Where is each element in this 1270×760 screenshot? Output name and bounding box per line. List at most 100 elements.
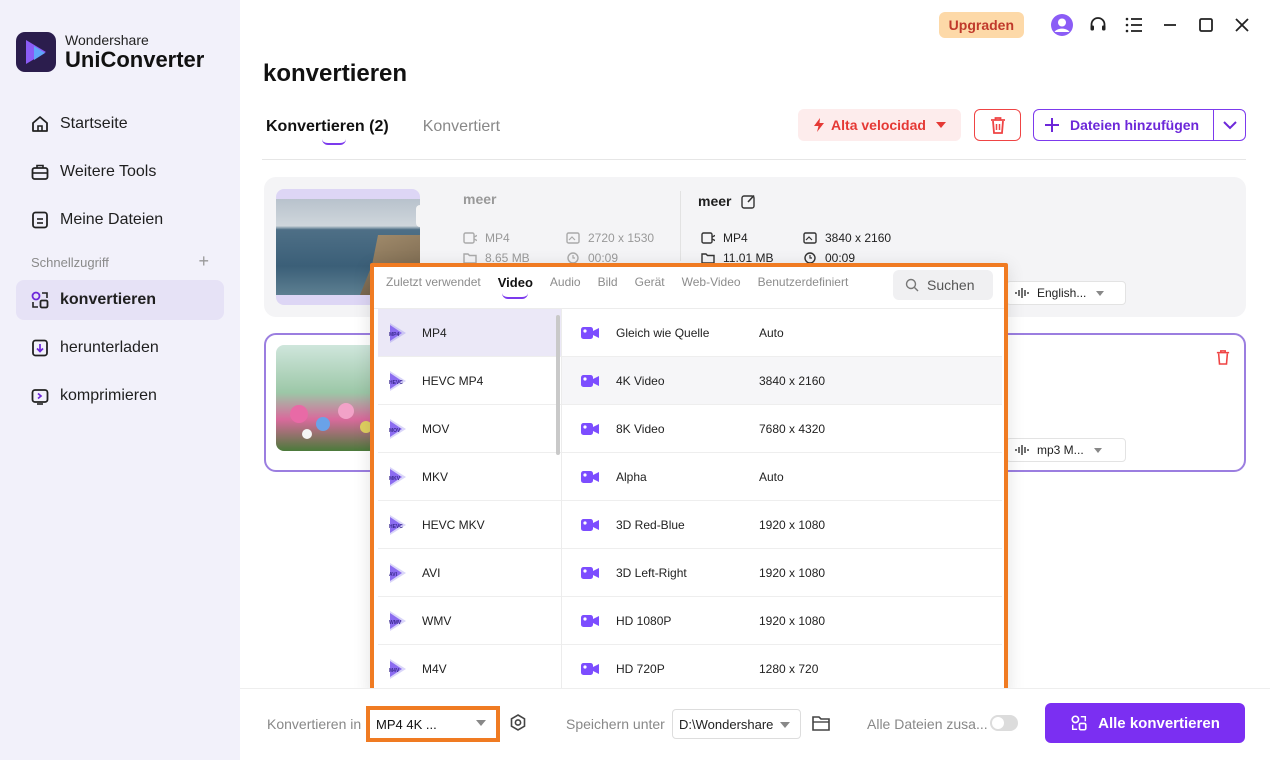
high-speed-button[interactable]: Alta velocidad <box>798 109 961 141</box>
toolbox-icon <box>30 162 50 182</box>
video-preset-icon <box>580 325 600 341</box>
output-format-select[interactable]: MP4 4K ... <box>366 706 500 742</box>
quality-item[interactable]: HD 1080P 1920 x 1080 <box>562 597 1002 645</box>
app-window: Wondershare UniConverter Startseite Weit… <box>0 0 1270 760</box>
format-item-m4v[interactable]: M4V M4V <box>378 645 561 692</box>
brand-main: UniConverter <box>65 47 205 72</box>
upgrade-button[interactable]: Upgraden <box>938 12 1024 38</box>
format-item-mp4[interactable]: MP4 MP4 <box>378 309 561 357</box>
video-preset-icon <box>580 469 600 485</box>
chevron-down-icon <box>1096 290 1105 296</box>
tab-web-video[interactable]: Web-Video <box>682 275 741 290</box>
format-item-hevc-mkv[interactable]: HEVC HEVC MKV <box>378 501 561 549</box>
output-path-value: D:\Wondershare <box>679 716 774 732</box>
convert-all-button[interactable]: Alle konvertieren <box>1045 703 1245 743</box>
quality-item[interactable]: HD 720P 1280 x 720 <box>562 645 1002 693</box>
add-quick-access-icon[interactable]: + <box>198 252 209 270</box>
settings-gear-icon[interactable] <box>509 714 527 735</box>
video-preset-icon <box>580 421 600 437</box>
convert-tabs: Konvertieren (2) Konvertiert <box>266 118 534 145</box>
maximize-icon[interactable] <box>1194 13 1218 37</box>
video-camera-icon <box>701 232 715 244</box>
menu-list-icon[interactable] <box>1122 13 1146 37</box>
add-files-dropdown[interactable] <box>1214 120 1245 130</box>
add-files-button[interactable]: Dateien hinzufügen <box>1033 109 1246 141</box>
delete-all-button[interactable] <box>974 109 1021 141</box>
merge-files-label: Alle Dateien zusa... <box>867 716 988 732</box>
sidebar-item-komprimieren[interactable]: komprimieren <box>16 376 224 416</box>
target-file-name[interactable]: meer <box>698 193 756 209</box>
close-icon[interactable] <box>1230 13 1254 37</box>
svg-text:AVI: AVI <box>389 572 398 578</box>
chevron-down-icon <box>1222 120 1237 130</box>
tab-zuletzt-verwendet[interactable]: Zuletzt verwendet <box>386 275 481 290</box>
open-folder-icon[interactable] <box>812 715 830 734</box>
plus-icon <box>1044 117 1060 133</box>
tab-konvertiert[interactable]: Konvertiert <box>423 118 500 136</box>
quality-item[interactable]: 4K Video 3840 x 2160 <box>562 357 1002 405</box>
mp4-file-icon: MP4 <box>388 322 408 344</box>
audio-track-dropdown[interactable]: English... <box>1006 281 1126 305</box>
quality-item[interactable]: 8K Video 7680 x 4320 <box>562 405 1002 453</box>
convert-all-label: Alle konvertieren <box>1098 714 1220 732</box>
page-title: konvertieren <box>263 60 408 87</box>
tab-konvertieren[interactable]: Konvertieren (2) <box>266 118 389 145</box>
audio-track-label: mp3 M... <box>1037 443 1084 457</box>
app-logo: Wondershare UniConverter <box>16 32 204 72</box>
output-format-value: MP4 4K ... <box>376 716 437 732</box>
save-to-label: Speichern unter <box>566 716 665 732</box>
minimize-icon[interactable] <box>1158 13 1182 37</box>
resolution-icon <box>566 232 580 244</box>
uniconverter-logo-icon <box>16 32 56 72</box>
search-icon <box>905 278 919 292</box>
format-item-avi[interactable]: AVI AVI <box>378 549 561 597</box>
quality-item[interactable]: Gleich wie Quelle Auto <box>562 309 1002 357</box>
tab-video[interactable]: Video <box>498 275 533 299</box>
convert-icon <box>30 290 50 310</box>
svg-text:MOV: MOV <box>389 428 401 434</box>
sidebar-item-meine-dateien[interactable]: Meine Dateien <box>16 200 224 240</box>
format-list-scrollbar[interactable] <box>556 315 560 455</box>
files-icon <box>30 210 50 230</box>
format-item-wmv[interactable]: WMV WMV <box>378 597 561 645</box>
tab-geraet[interactable]: Gerät <box>635 275 665 290</box>
play-icon[interactable] <box>416 205 420 227</box>
support-headset-icon[interactable] <box>1086 13 1110 37</box>
video-preset-icon <box>580 613 600 629</box>
sidebar-item-startseite[interactable]: Startseite <box>16 104 224 144</box>
source-file-name: meer <box>463 191 497 207</box>
audio-track-dropdown[interactable]: mp3 M... <box>1006 438 1126 462</box>
download-icon <box>30 338 50 358</box>
tab-audio[interactable]: Audio <box>550 275 581 290</box>
tab-benutzerdefiniert[interactable]: Benutzerdefiniert <box>758 275 849 290</box>
format-item-mov[interactable]: MOV MOV <box>378 405 561 453</box>
format-selector-popup: Zuletzt verwendet Video Audio Bild Gerät… <box>370 263 1008 695</box>
video-preset-icon <box>580 373 600 389</box>
user-avatar-icon[interactable] <box>1050 13 1074 37</box>
sidebar-item-label: Weitere Tools <box>60 163 157 180</box>
resolution-icon <box>803 232 817 244</box>
quick-access-label: Schnellzugriff <box>31 255 109 270</box>
lightning-icon <box>813 118 825 132</box>
sidebar-item-label: konvertieren <box>60 291 157 308</box>
audio-wave-icon <box>1015 287 1029 299</box>
video-preset-icon <box>580 517 600 533</box>
sidebar-item-herunterladen[interactable]: herunterladen <box>16 328 224 368</box>
sidebar-item-konvertieren[interactable]: konvertieren <box>16 280 224 320</box>
quality-item[interactable]: Alpha Auto <box>562 453 1002 501</box>
output-path-select[interactable]: D:\Wondershare <box>672 709 801 739</box>
quality-item[interactable]: 3D Left-Right 1920 x 1080 <box>562 549 1002 597</box>
format-item-mkv[interactable]: MKV MKV <box>378 453 561 501</box>
format-item-hevc-mp4[interactable]: HEVC HEVC MP4 <box>378 357 561 405</box>
convert-to-label: Konvertieren in <box>267 716 362 732</box>
m4v-file-icon: M4V <box>388 658 408 680</box>
tab-bild[interactable]: Bild <box>598 275 618 290</box>
quality-list: Gleich wie Quelle Auto 4K Video 3840 x 216… <box>562 309 1002 693</box>
delete-file-button[interactable] <box>1216 349 1230 368</box>
svg-text:MKV: MKV <box>389 476 401 482</box>
quality-item[interactable]: 3D Red-Blue 1920 x 1080 <box>562 501 1002 549</box>
format-search-input[interactable]: Suchen <box>893 270 993 300</box>
edit-icon[interactable] <box>741 194 756 209</box>
merge-files-toggle[interactable] <box>990 715 1018 731</box>
sidebar-item-weitere-tools[interactable]: Weitere Tools <box>16 152 224 192</box>
